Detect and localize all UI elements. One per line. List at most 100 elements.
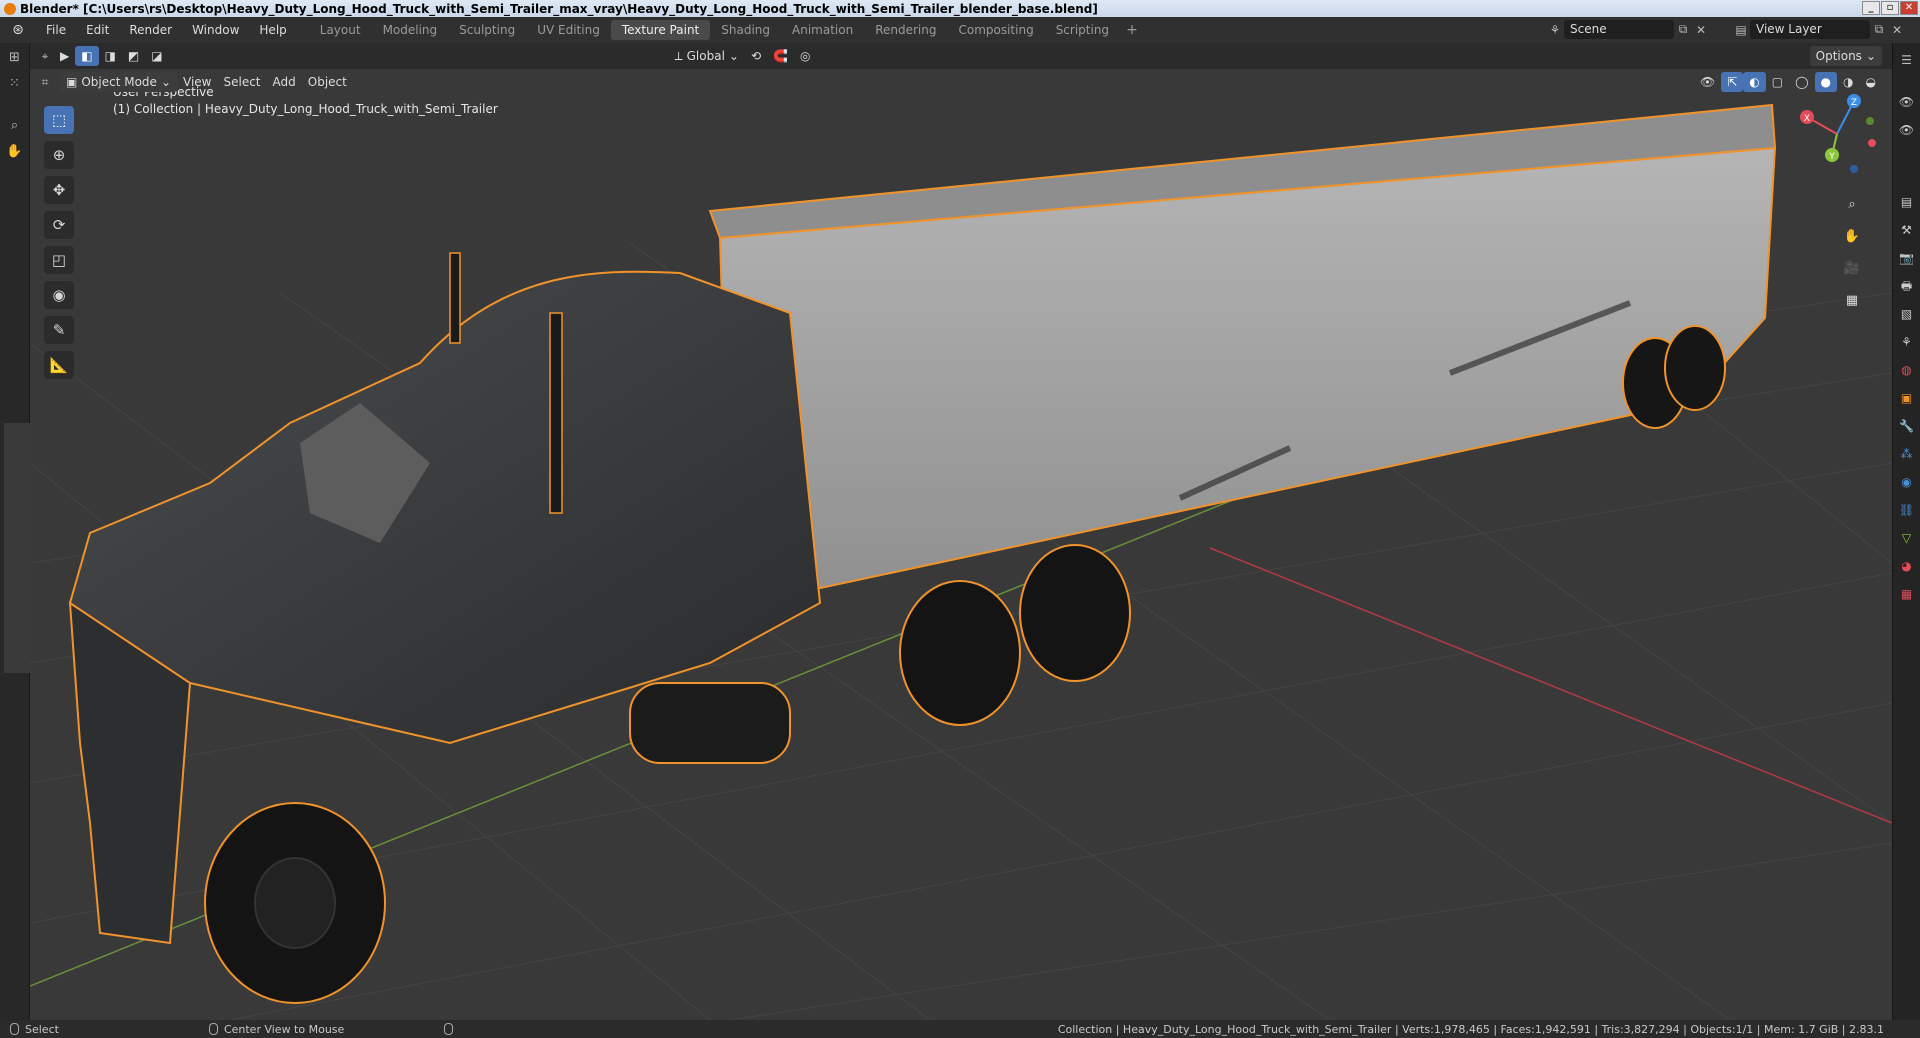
menu-window[interactable]: Window [182,23,249,37]
menu-file[interactable]: File [36,23,76,37]
scene-icon[interactable]: ⚘ [1546,21,1564,39]
object-properties-icon[interactable]: ▣ [1896,387,1918,409]
select-mode-subtract-icon[interactable]: ◩ [122,46,145,66]
shading-material-icon[interactable]: ◑ [1837,72,1859,92]
options-dropdown[interactable]: Options ⌄ [1809,46,1882,66]
tab-compositing[interactable]: Compositing [947,20,1044,40]
hand-pan-icon[interactable]: ✋ [1840,225,1864,249]
blender-menu-icon[interactable]: ⊛ [0,22,36,38]
physics-properties-icon[interactable]: ◉ [1896,471,1918,493]
material-properties-icon[interactable]: ◕ [1896,555,1918,577]
select-mode-extend-icon[interactable]: ◨ [99,46,122,66]
visibility-icon[interactable]: 👁 [1694,72,1721,92]
menu-edit[interactable]: Edit [76,23,119,37]
constraints-properties-icon[interactable]: ⛓ [1896,499,1918,521]
editor-type-icon[interactable]: ⊞ [4,47,26,69]
render-properties-icon[interactable]: 📷 [1896,247,1918,269]
select-mode-invert-icon[interactable]: ◪ [145,46,168,66]
tab-shading[interactable]: Shading [710,20,781,40]
options-label: Options [1815,49,1862,63]
tool-settings-header: ⌖ ▶ ◧ ◨ ◩ ◪ ⟂ Global ⌄ ⟲ 🧲 ◎ Options ⌄ [30,43,1892,69]
navigation-gizmo[interactable]: Z X Y [1792,89,1882,179]
editor-type-icon[interactable]: ⌗ [36,73,54,91]
view-layer-properties-icon[interactable]: ▧ [1896,303,1918,325]
camera-icon[interactable]: 🎥 [1840,257,1864,281]
select-mode-new-icon[interactable]: ◧ [75,46,99,66]
minimize-button[interactable]: _ [1862,1,1880,15]
output-properties-icon[interactable]: 🖶 [1896,275,1918,297]
tab-texture-paint[interactable]: Texture Paint [610,20,711,40]
add-workspace-icon[interactable]: + [1120,22,1144,38]
shading-rendered-icon[interactable]: ◒ [1860,72,1882,92]
mouse-right-icon [444,1023,454,1035]
tab-animation[interactable]: Animation [781,20,864,40]
tool-settings-icon[interactable]: ⌖ [36,47,54,65]
trailer [708,103,1777,605]
move-icon[interactable]: ✥ [44,176,74,204]
menu-select[interactable]: Select [217,72,266,92]
pivot-point-icon[interactable]: ⟲ [745,46,767,66]
rotate-icon[interactable]: ⟳ [44,211,74,239]
active-tool-icon[interactable]: ▶ [54,46,75,66]
menu-add[interactable]: Add [267,72,302,92]
particles-properties-icon[interactable]: ⁂ [1896,443,1918,465]
transform-icon[interactable]: ◉ [44,281,74,309]
truck-cab [68,270,822,945]
scrollbar[interactable] [4,423,30,673]
eye-icon[interactable]: 👁 [1896,119,1918,141]
view-layer-icon[interactable]: ▤ [1732,21,1750,39]
tab-rendering[interactable]: Rendering [864,20,947,40]
remove-scene-icon[interactable]: ✕ [1692,21,1710,39]
editor-menu-icon[interactable]: ☰ [1896,49,1918,71]
new-view-layer-icon[interactable]: ⧉ [1870,21,1888,39]
xray-icon[interactable]: ▢ [1766,72,1789,92]
tool-properties-icon[interactable]: ▤ [1896,191,1918,213]
eye-icon[interactable]: 👁 [1896,91,1918,113]
shading-solid-icon[interactable]: ● [1814,72,1838,92]
shading-wireframe-icon[interactable]: ◯ [1789,72,1814,92]
tab-modeling[interactable]: Modeling [372,20,449,40]
menu-help[interactable]: Help [249,23,296,37]
remove-view-layer-icon[interactable]: ✕ [1888,21,1906,39]
modifier-properties-icon[interactable]: 🔧 [1896,415,1918,437]
menu-view[interactable]: View [177,72,217,92]
world-properties-icon[interactable]: ◍ [1896,359,1918,381]
tab-sculpting[interactable]: Sculpting [448,20,526,40]
scene-name-field[interactable]: Scene [1564,20,1674,39]
snap-icon[interactable]: 🧲 [767,46,794,66]
window-controls: _ ▫ ✕ [1862,1,1918,15]
overlay-toggle-icon[interactable]: ◐ [1743,72,1766,92]
3d-viewport[interactable]: User Perspective (1) Collection | Heavy_… [30,43,1892,1020]
menu-render[interactable]: Render [119,23,182,37]
front-wheel [204,802,386,1004]
proportional-edit-icon[interactable]: ◎ [794,46,816,66]
data-properties-icon[interactable]: ▽ [1896,527,1918,549]
scene-properties-icon[interactable]: ⚘ [1896,331,1918,353]
grid-icon[interactable]: ⁙ [4,73,26,95]
orientation-label: Global [686,49,725,63]
close-button[interactable]: ✕ [1900,1,1918,15]
mode-dropdown[interactable]: ▣ Object Mode ⌄ [60,72,177,92]
gizmo-toggle-icon[interactable]: ⇱ [1721,72,1744,92]
hand-icon[interactable]: ✋ [4,141,26,163]
ortho-grid-icon[interactable]: ▦ [1840,289,1864,313]
annotate-icon[interactable]: ✎ [44,316,74,344]
status-left-action: Select [10,1023,59,1036]
scale-icon[interactable]: ◰ [44,246,74,274]
zoom-icon[interactable]: ⌕ [1840,193,1864,217]
select-box-icon[interactable]: ⬚ [44,106,74,134]
maximize-button[interactable]: ▫ [1881,1,1899,15]
tab-scripting[interactable]: Scripting [1045,20,1120,40]
view-layer-field[interactable]: View Layer [1750,20,1870,39]
cursor-icon[interactable]: ⊕ [44,141,74,169]
new-scene-icon[interactable]: ⧉ [1674,21,1692,39]
menu-object[interactable]: Object [302,72,353,92]
transform-orientation[interactable]: ⟂ Global ⌄ [669,46,745,66]
tool-icon[interactable]: ⚒ [1896,219,1918,241]
measure-icon[interactable]: 📐 [44,351,74,379]
viewport-header: ⌗ ▣ Object Mode ⌄ View Select Add Object… [30,69,1892,95]
tab-uv-editing[interactable]: UV Editing [526,20,611,40]
search-icon[interactable]: ⌕ [4,115,26,137]
texture-properties-icon[interactable]: ▦ [1896,583,1918,605]
tab-layout[interactable]: Layout [309,20,372,40]
